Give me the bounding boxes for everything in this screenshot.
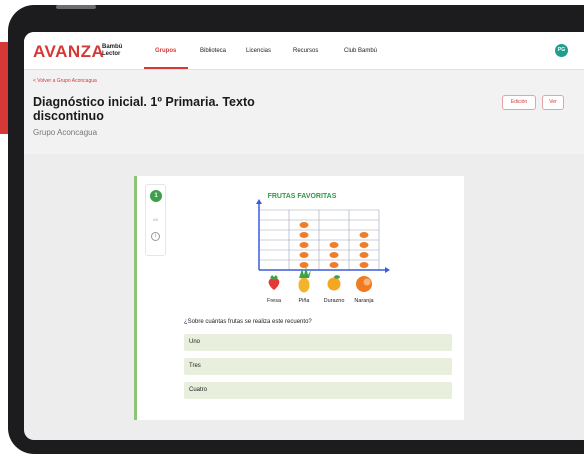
- answer-option-uno[interactable]: Uno: [184, 334, 452, 351]
- nav-item-grupos[interactable]: Grupos: [155, 48, 176, 54]
- page-subtitle: Grupo Aconcagua: [33, 128, 98, 137]
- logo-sub-line1: Bambú: [102, 44, 123, 50]
- chart-data-marker: [299, 222, 309, 228]
- peach-icon: [327, 277, 341, 291]
- chart-data-marker: [329, 242, 339, 248]
- chart-data-marker: [299, 262, 309, 268]
- page-header: < Volver a Grupo Aconcagua Diagnóstico i…: [24, 70, 584, 154]
- pineapple-crown-icon: [299, 267, 311, 278]
- question-text: ¿Sobre cuántas frutas se realiza este re…: [184, 319, 312, 325]
- app-screen: AVANZA Bambú Lector Grupos Biblioteca Li…: [24, 32, 584, 440]
- favorite-fruits-chart: Fresa Piña Durazno Naranja: [256, 199, 390, 304]
- chart-category-label: Piña: [298, 298, 310, 304]
- chart-data-marker: [359, 232, 369, 238]
- app-logo-subtitle: Bambú Lector: [102, 44, 122, 58]
- answer-option-tres[interactable]: Tres: [184, 358, 452, 375]
- edit-button[interactable]: Edición: [502, 95, 536, 110]
- chart-data-marker: [329, 262, 339, 268]
- pineapple-icon: [298, 277, 310, 293]
- question-card: 1 4/6 i FRUTAS FAVORITAS Fresa Piña Durazn…: [134, 176, 464, 420]
- page-title: Diagnóstico inicial. 1º Primaria. Texto …: [33, 95, 255, 123]
- chart-data-marker: [299, 232, 309, 238]
- chart-data-marker: [359, 252, 369, 258]
- nav-item-club-bambu[interactable]: Club Bambú: [344, 48, 377, 54]
- tablet-camera-strip: [56, 5, 96, 9]
- chart-data-marker: [299, 242, 309, 248]
- view-button[interactable]: Ver: [542, 95, 564, 110]
- logo-sub-line2: Lector: [102, 51, 121, 57]
- chart-category-label: Durazno: [324, 298, 345, 304]
- answer-option-cuatro[interactable]: Cuatro: [184, 382, 452, 399]
- chart-data-marker: [299, 252, 309, 258]
- orange-slice-icon: [363, 278, 371, 286]
- nav-item-licencias[interactable]: Licencias: [246, 48, 271, 54]
- nav-item-recursos[interactable]: Recursos: [293, 48, 318, 54]
- chart-data-marker: [329, 252, 339, 258]
- chart-category-label: Fresa: [267, 298, 282, 304]
- chart-data-marker: [359, 242, 369, 248]
- app-logo[interactable]: AVANZA: [33, 42, 104, 62]
- top-navigation-bar: AVANZA Bambú Lector Grupos Biblioteca Li…: [24, 32, 584, 70]
- chart-y-axis-arrow: [256, 199, 262, 204]
- chart-data-marker: [359, 262, 369, 268]
- peach-leaf-icon: [334, 275, 340, 279]
- user-avatar[interactable]: PG: [555, 44, 568, 57]
- active-tab-underline: [144, 67, 188, 69]
- chart-x-axis-arrow: [385, 267, 390, 273]
- chart-category-label: Naranja: [354, 298, 374, 304]
- back-link[interactable]: < Volver a Grupo Aconcagua: [33, 78, 97, 84]
- nav-item-biblioteca[interactable]: Biblioteca: [200, 48, 226, 54]
- strawberry-icon: [268, 278, 280, 290]
